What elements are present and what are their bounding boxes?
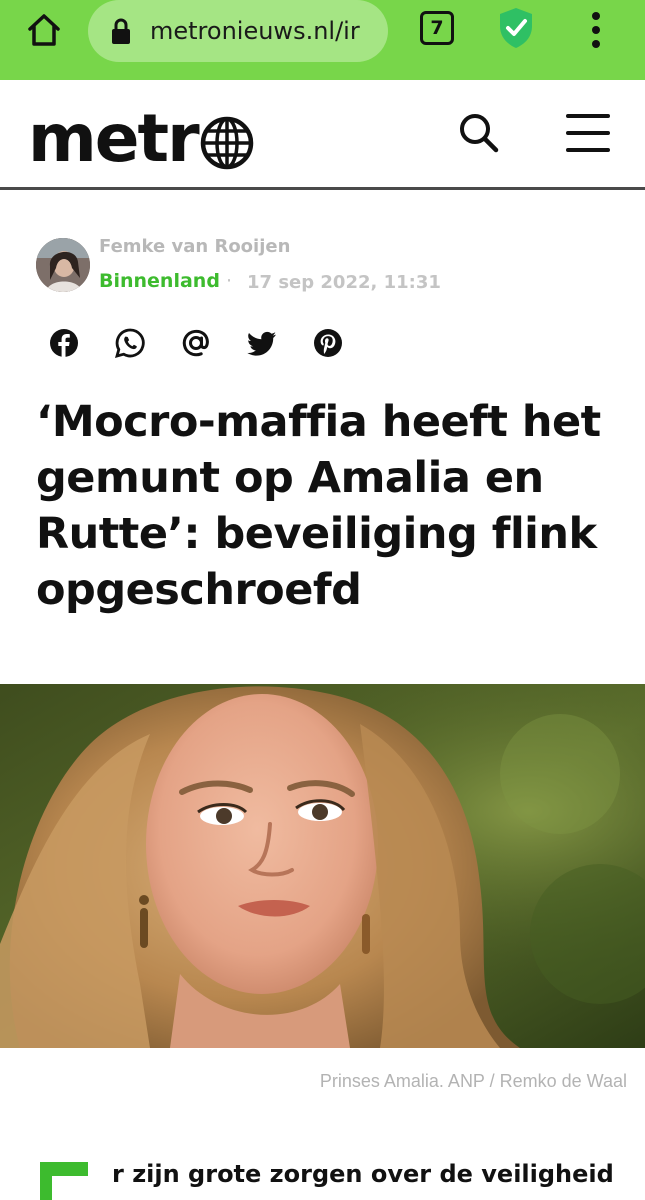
category-link[interactable]: Binnenland	[99, 270, 220, 292]
twitter-icon[interactable]	[246, 327, 278, 359]
dot-icon	[592, 26, 600, 34]
hamburger-line	[566, 114, 610, 118]
dot-icon	[592, 40, 600, 48]
address-bar[interactable]: metronieuws.nl/ir	[88, 0, 388, 62]
drop-cap-shape	[52, 1176, 88, 1200]
home-icon	[28, 14, 60, 46]
metro-logo[interactable]: metr	[28, 100, 254, 177]
whatsapp-icon[interactable]	[114, 327, 146, 359]
pinterest-icon[interactable]	[312, 327, 344, 359]
portrait-photo	[0, 684, 645, 1048]
dot-icon	[592, 12, 600, 20]
email-at-icon[interactable]	[180, 327, 212, 359]
shield-check-icon[interactable]	[497, 6, 535, 50]
avatar-image	[36, 238, 90, 292]
search-icon[interactable]	[456, 110, 500, 154]
tab-switcher-button[interactable]: 7	[420, 11, 454, 45]
article-headline: ‘Mocro-maffia heeft het gemunt op Amalia…	[36, 397, 601, 615]
menu-button[interactable]	[566, 114, 610, 152]
hero-photo[interactable]	[0, 684, 645, 1048]
lock-icon	[112, 18, 130, 44]
browser-toolbar: metronieuws.nl/ir 7	[0, 0, 645, 80]
share-bar	[48, 327, 344, 363]
url-text: metronieuws.nl/ir	[150, 17, 360, 45]
byline-separator: ·	[226, 270, 233, 292]
hamburger-line	[566, 131, 610, 135]
author-avatar[interactable]	[36, 238, 90, 292]
article-intro: r zijn grote zorgen over de veiligheid	[112, 1160, 614, 1188]
publish-date: 17 sep 2022, 11:31	[247, 272, 441, 293]
logo-wordmark: metr	[28, 100, 200, 177]
photo-caption: Prinses Amalia. ANP / Remko de Waal	[319, 1071, 627, 1091]
site-header: metr	[0, 80, 645, 190]
hamburger-line	[566, 148, 610, 152]
facebook-icon[interactable]	[48, 327, 80, 359]
globe-icon	[200, 116, 253, 170]
browser-menu-button[interactable]	[584, 10, 608, 50]
home-button[interactable]	[22, 10, 66, 50]
author-name[interactable]: Femke van Rooijen	[99, 236, 290, 257]
